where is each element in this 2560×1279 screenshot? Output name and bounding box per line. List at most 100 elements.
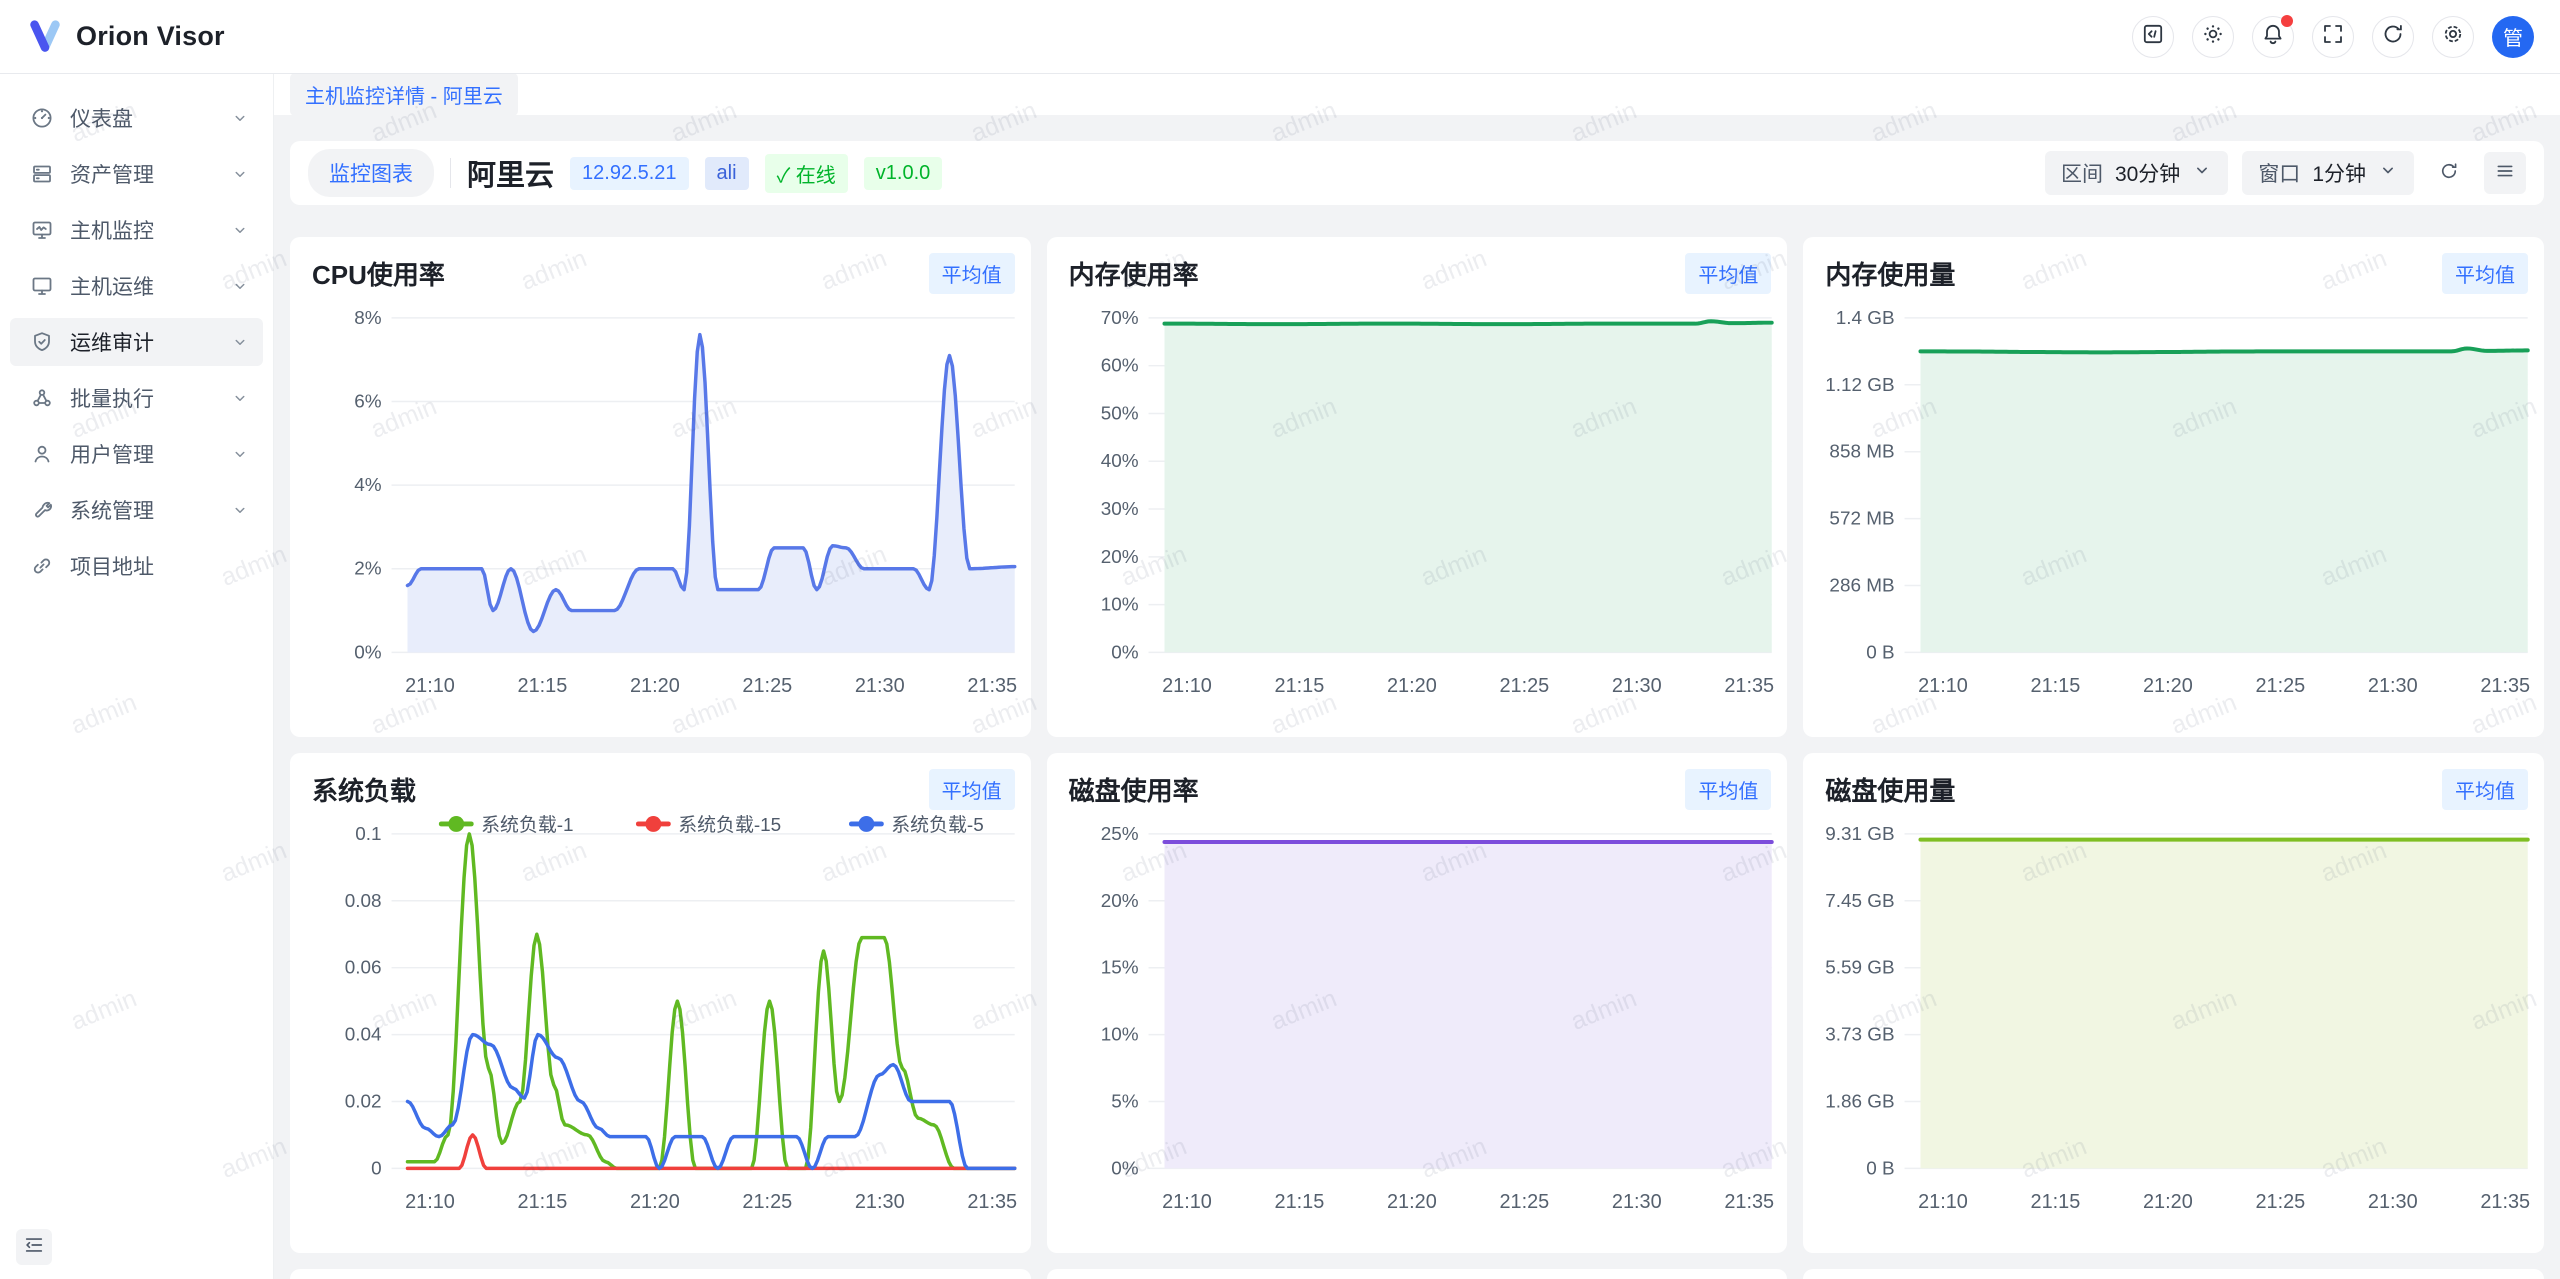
chart-title: 内存使用量 [1805, 255, 2542, 292]
svg-text:0.1: 0.1 [355, 824, 381, 845]
asset-server-icon [30, 162, 54, 186]
notifications-button[interactable] [2252, 16, 2294, 58]
top-header: Orion Visor [0, 0, 2560, 74]
svg-text:60%: 60% [1100, 356, 1138, 377]
settings-button[interactable] [2432, 16, 2474, 58]
refresh-page-button[interactable] [2372, 16, 2414, 58]
chart-plot-1: 70%60%50%40%30%20%10%0%21:1021:1521:2021… [1049, 296, 1786, 714]
svg-text:0.04: 0.04 [345, 1025, 382, 1046]
average-badge[interactable]: 平均值 [1685, 769, 1771, 810]
chart-plot-4: 25%20%15%10%5%0%21:1021:1521:2021:2521:3… [1049, 812, 1786, 1230]
sidebar-item-label: 系统管理 [70, 495, 231, 525]
svg-text:21:10: 21:10 [1162, 1191, 1212, 1213]
collapse-sidebar-icon [23, 1234, 45, 1261]
host-status-tag: ✓ 在线 [765, 154, 848, 193]
audit-shield-icon [30, 330, 54, 354]
svg-text:系统负载-5: 系统负载-5 [891, 814, 983, 836]
range-label: 区间 [2061, 158, 2103, 188]
chart-card-4: 磁盘使用率平均值25%20%15%10%5%0%21:1021:1521:202… [1047, 753, 1788, 1253]
chart-plot-2: 1.4 GB1.12 GB858 MB572 MB286 MB0 B21:102… [1805, 296, 2542, 714]
chevron-down-icon [2192, 160, 2212, 186]
svg-text:21:30: 21:30 [855, 1191, 905, 1213]
chevron-down-icon [231, 277, 249, 295]
average-badge[interactable]: 平均值 [929, 769, 1015, 810]
host-name: 阿里云 [467, 152, 554, 194]
sidebar-item-label: 主机运维 [70, 271, 231, 301]
svg-text:21:25: 21:25 [1499, 675, 1549, 697]
monitor-chart-tab[interactable]: 监控图表 [308, 149, 434, 197]
chart-card-1: 内存使用率平均值70%60%50%40%30%20%10%0%21:1021:1… [1047, 237, 1788, 737]
svg-text:2%: 2% [354, 559, 382, 580]
chart-plot-3: 0.10.080.060.040.02021:1021:1521:2021:25… [292, 812, 1029, 1230]
orion-v-logo-icon [26, 18, 64, 56]
hamburger-menu-icon [2495, 161, 2515, 186]
header-actions: 管 [2132, 16, 2534, 58]
svg-text:21:30: 21:30 [2368, 675, 2418, 697]
sidebar-item-7[interactable]: 系统管理 [10, 486, 263, 534]
sidebar-item-label: 仪表盘 [70, 103, 231, 133]
window-select[interactable]: 窗口 1分钟 [2242, 151, 2414, 195]
chart-card-5: 磁盘使用量平均值9.31 GB7.45 GB5.59 GB3.73 GB1.86… [1803, 753, 2544, 1253]
sidebar-item-0[interactable]: 仪表盘 [10, 94, 263, 142]
svg-text:4%: 4% [354, 475, 382, 496]
svg-text:21:10: 21:10 [405, 675, 455, 697]
charts-grid: CPU使用率平均值8%6%4%2%0%21:1021:1521:2021:252… [290, 237, 2544, 1253]
collapse-sidebar-button[interactable] [16, 1229, 52, 1265]
sidebar-item-8[interactable]: 项目地址 [10, 542, 263, 590]
svg-text:5%: 5% [1111, 1091, 1139, 1112]
breadcrumb-tab-host-monitor-detail[interactable]: 主机监控详情 - 阿里云 [290, 73, 518, 116]
host-ops-desktop-icon [30, 274, 54, 298]
svg-text:系统负载-15: 系统负载-15 [678, 814, 781, 836]
sidebar-item-label: 资产管理 [70, 159, 231, 189]
fullscreen-button[interactable] [2312, 16, 2354, 58]
system-wrench-icon [30, 498, 54, 522]
breadcrumb-bar: 主机监控详情 - 阿里云 [274, 74, 2560, 115]
svg-text:21:15: 21:15 [518, 1191, 568, 1213]
user-avatar[interactable]: 管 [2492, 16, 2534, 58]
sidebar-item-1[interactable]: 资产管理 [10, 150, 263, 198]
chevron-down-icon [231, 109, 249, 127]
code-square-button[interactable] [2132, 16, 2174, 58]
average-badge[interactable]: 平均值 [1685, 253, 1771, 294]
chart-title: 磁盘使用率 [1049, 771, 1786, 808]
next-row-card-stub [290, 1269, 1031, 1279]
sidebar-menu: 仪表盘资产管理主机监控主机运维运维审计批量执行用户管理系统管理项目地址 [10, 94, 263, 590]
theme-toggle-button[interactable] [2192, 16, 2234, 58]
refresh-charts-button[interactable] [2428, 152, 2470, 194]
svg-text:21:20: 21:20 [630, 1191, 680, 1213]
svg-text:572 MB: 572 MB [1830, 509, 1895, 530]
chart-plot-0: 8%6%4%2%0%21:1021:1521:2021:2521:3021:35 [292, 296, 1029, 714]
svg-text:1.86 GB: 1.86 GB [1826, 1091, 1895, 1112]
sidebar-item-6[interactable]: 用户管理 [10, 430, 263, 478]
sidebar-item-5[interactable]: 批量执行 [10, 374, 263, 422]
average-badge[interactable]: 平均值 [929, 253, 1015, 294]
average-badge[interactable]: 平均值 [2442, 769, 2528, 810]
range-select[interactable]: 区间 30分钟 [2045, 151, 2228, 195]
chart-list-menu-button[interactable] [2484, 152, 2526, 194]
fullscreen-icon [2321, 22, 2345, 51]
svg-text:21:10: 21:10 [1162, 675, 1212, 697]
average-badge[interactable]: 平均值 [2442, 253, 2528, 294]
chevron-down-icon [231, 389, 249, 407]
svg-text:286 MB: 286 MB [1830, 575, 1895, 596]
chevron-down-icon [231, 165, 249, 183]
svg-text:25%: 25% [1100, 824, 1138, 845]
sidebar-item-2[interactable]: 主机监控 [10, 206, 263, 254]
svg-text:9.31 GB: 9.31 GB [1826, 824, 1895, 845]
sidebar-item-label: 批量执行 [70, 383, 231, 413]
svg-text:21:35: 21:35 [1724, 1191, 1774, 1213]
svg-text:0.06: 0.06 [345, 958, 382, 979]
next-row [290, 1269, 2544, 1279]
sidebar-item-3[interactable]: 主机运维 [10, 262, 263, 310]
svg-text:21:10: 21:10 [1918, 1191, 1968, 1213]
window-label: 窗口 [2258, 158, 2300, 188]
svg-text:21:15: 21:15 [2031, 1191, 2081, 1213]
svg-text:21:30: 21:30 [1612, 675, 1662, 697]
svg-text:21:20: 21:20 [2143, 675, 2193, 697]
chart-plot-5: 9.31 GB7.45 GB5.59 GB3.73 GB1.86 GB0 B21… [1805, 812, 2542, 1230]
svg-text:21:15: 21:15 [1274, 1191, 1324, 1213]
divider [450, 158, 451, 188]
host-toolbar-card: 监控图表 阿里云 12.92.5.21 ali ✓ 在线 v1.0.0 区间 3… [290, 141, 2544, 205]
sidebar-item-4[interactable]: 运维审计 [10, 318, 263, 366]
project-link-icon [30, 554, 54, 578]
